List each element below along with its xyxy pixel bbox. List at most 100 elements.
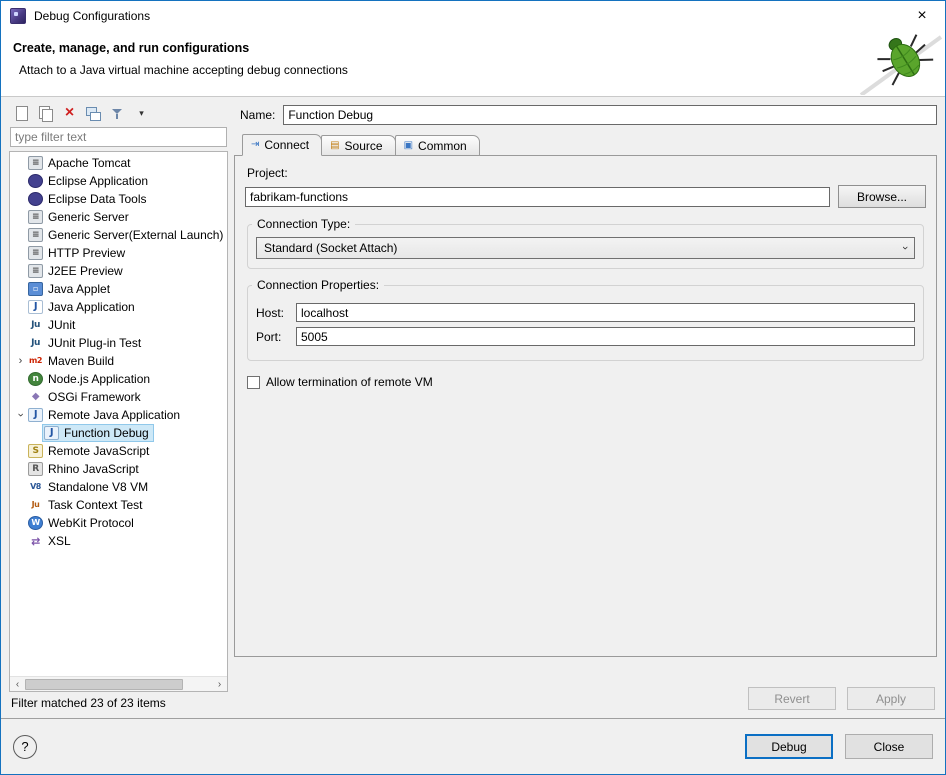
tree-item[interactable]: SRemote JavaScript — [10, 442, 227, 460]
connection-type-select[interactable]: Standard (Socket Attach) › — [256, 237, 915, 259]
http-preview-icon: ≡ — [28, 246, 43, 260]
scroll-right-icon[interactable]: › — [212, 677, 227, 692]
new-config-icon — [13, 105, 30, 122]
tree-item[interactable]: RRhino JavaScript — [10, 460, 227, 478]
tree-item-label: Remote JavaScript — [48, 444, 149, 458]
tree-item[interactable]: ≡ HTTP Preview — [10, 244, 227, 262]
tree-item[interactable]: ›JRemote Java Application — [10, 406, 227, 424]
expander-spacer — [14, 443, 27, 459]
tree-item[interactable]: ≡J2EE Preview — [10, 262, 227, 280]
tree-item[interactable]: ›m2Maven Build — [10, 352, 227, 370]
project-row: Browse... — [245, 185, 926, 208]
tree-item[interactable]: ≡Generic Server(External Launch) — [10, 226, 227, 244]
port-row: Port: — [256, 327, 915, 346]
chevron-down-icon: › — [899, 246, 911, 250]
tree-item[interactable]: ▫Java Applet — [10, 280, 227, 298]
port-input[interactable] — [296, 327, 915, 346]
filter-input[interactable] — [10, 127, 227, 147]
expander-spacer — [14, 515, 27, 531]
expander-spacer — [14, 389, 27, 405]
config-tree: ≡Apache TomcatEclipse ApplicationEclipse… — [10, 152, 227, 676]
xsl-icon: ⇄ — [28, 534, 43, 548]
tab-common[interactable]: ▣Common — [395, 135, 480, 155]
nodejs-application-icon: n — [28, 372, 43, 386]
filter-configs-button[interactable] — [107, 103, 128, 124]
tree-item-label: WebKit Protocol — [48, 516, 134, 530]
tree-item[interactable]: ◆OSGi Framework — [10, 388, 227, 406]
expander-spacer — [14, 155, 27, 171]
eclipse-application-icon — [28, 174, 43, 188]
horizontal-scrollbar[interactable]: ‹ › — [10, 676, 227, 691]
duplicate-icon — [37, 105, 54, 122]
delete-config-button[interactable] — [59, 103, 80, 124]
connection-properties-group: Connection Properties: Host: Port: — [247, 285, 924, 361]
tree-item[interactable]: WWebKit Protocol — [10, 514, 227, 532]
tree-item-label: Java Application — [48, 300, 135, 314]
host-input[interactable] — [296, 303, 915, 322]
expander-spacer — [14, 479, 27, 495]
allow-termination-checkbox[interactable] — [247, 376, 260, 389]
expander-spacer — [14, 245, 27, 261]
remote-java-application-icon: J — [28, 408, 43, 422]
expander-icon[interactable]: › — [14, 353, 27, 369]
close-icon[interactable]: × — [899, 1, 945, 31]
wizard-title: Create, manage, and run configurations — [13, 41, 945, 55]
expander-spacer — [14, 209, 27, 225]
tree-item-label: Maven Build — [48, 354, 114, 368]
dialog-icon — [10, 8, 26, 24]
expander-spacer — [14, 317, 27, 333]
tree-item[interactable]: ⇄XSL — [10, 532, 227, 550]
scroll-left-icon[interactable]: ‹ — [10, 677, 25, 692]
wizard-subtitle: Attach to a Java virtual machine accepti… — [19, 63, 945, 77]
tree-item[interactable]: n Node.js Application — [10, 370, 227, 388]
new-launch-config-button[interactable] — [11, 103, 32, 124]
revert-button[interactable]: Revert — [748, 687, 836, 710]
tab-source[interactable]: ▤Source — [321, 135, 395, 155]
tree-item[interactable]: Ju JUnit — [10, 316, 227, 334]
dialog-footer: ? Debug Close — [1, 718, 945, 774]
expander-spacer — [14, 191, 27, 207]
expander-spacer — [30, 425, 43, 441]
tree-item-label: HTTP Preview — [48, 246, 125, 260]
tree-item[interactable]: V8Standalone V8 VM — [10, 478, 227, 496]
allow-termination-label: Allow termination of remote VM — [266, 375, 433, 389]
debug-button[interactable]: Debug — [745, 734, 833, 759]
dialog-body: ≡Apache TomcatEclipse ApplicationEclipse… — [1, 97, 945, 718]
expander-spacer — [14, 461, 27, 477]
filter-icon — [109, 105, 126, 122]
junit-icon: Ju — [28, 318, 43, 332]
tree-item[interactable]: Eclipse Application — [10, 172, 227, 190]
filter-status: Filter matched 23 of 23 items — [9, 692, 228, 712]
expander-spacer — [14, 263, 27, 279]
name-row: Name: — [240, 105, 937, 125]
tree-item-label: JUnit — [48, 318, 75, 332]
scrollbar-thumb[interactable] — [25, 679, 183, 690]
expander-spacer — [14, 173, 27, 189]
name-input[interactable] — [283, 105, 937, 125]
tree-item[interactable]: JuJUnit Plug-in Test — [10, 334, 227, 352]
host-label: Host: — [256, 306, 288, 320]
project-input[interactable] — [245, 187, 830, 207]
name-label: Name: — [240, 108, 275, 122]
standalone-v8-icon: V8 — [28, 480, 43, 494]
tree-item[interactable]: Eclipse Data Tools — [10, 190, 227, 208]
duplicate-config-button[interactable] — [35, 103, 56, 124]
tree-item-label: OSGi Framework — [48, 390, 141, 404]
tree-item[interactable]: JFunction Debug — [10, 424, 227, 442]
tree-item[interactable]: JuTask Context Test — [10, 496, 227, 514]
help-button[interactable]: ? — [13, 735, 37, 759]
apply-button[interactable]: Apply — [847, 687, 935, 710]
browse-button[interactable]: Browse... — [838, 185, 926, 208]
collapse-all-button[interactable] — [83, 103, 104, 124]
close-button[interactable]: Close — [845, 734, 933, 759]
port-label: Port: — [256, 330, 288, 344]
allow-termination-row: Allow termination of remote VM — [247, 375, 926, 389]
tree-item-label: Task Context Test — [48, 498, 143, 512]
tab-connect[interactable]: ⇥Connect — [242, 134, 322, 156]
tree-item-label: Node.js Application — [48, 372, 150, 386]
tree-item[interactable]: ≡Apache Tomcat — [10, 154, 227, 172]
tree-item[interactable]: ≡Generic Server — [10, 208, 227, 226]
filter-menu-button[interactable] — [131, 103, 152, 124]
tree-item[interactable]: JJava Application — [10, 298, 227, 316]
expander-icon[interactable]: › — [13, 409, 29, 422]
